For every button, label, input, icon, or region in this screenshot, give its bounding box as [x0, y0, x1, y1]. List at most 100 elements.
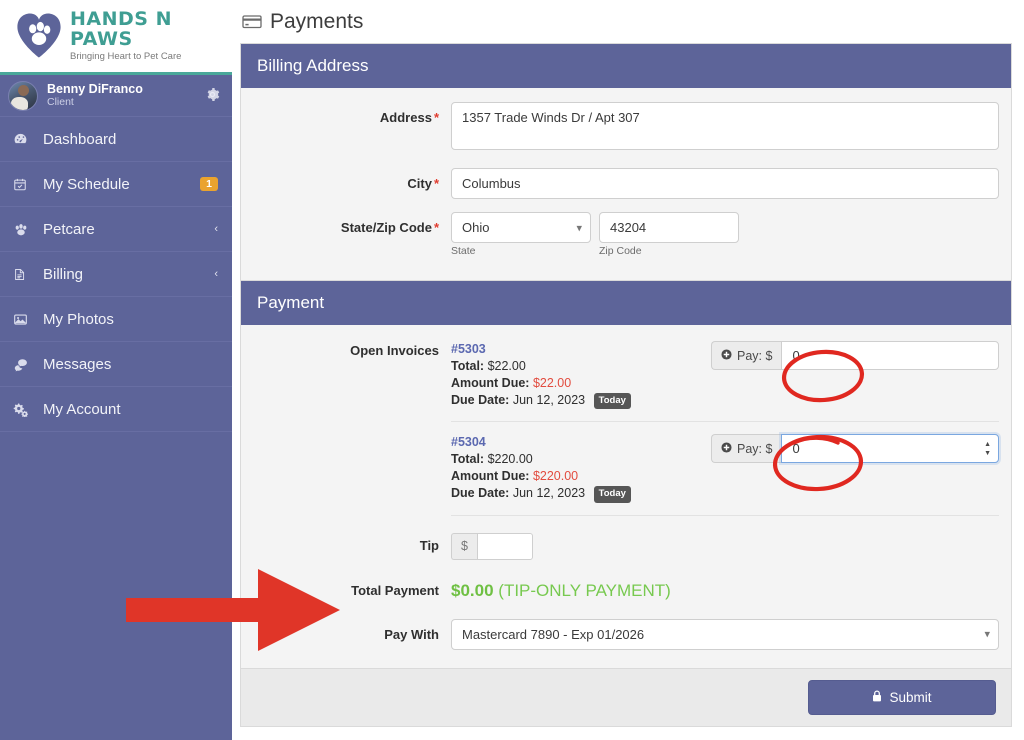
- invoice-date: Due Date: Jun 12, 2023 Today: [451, 392, 711, 410]
- invoice-pay-input[interactable]: [781, 434, 999, 464]
- invoice-date-label: Due Date:: [451, 486, 510, 501]
- tip-row: Tip $: [253, 532, 999, 560]
- city-label: City *: [253, 168, 451, 191]
- profile-name: Benny DiFranco: [47, 82, 143, 97]
- number-stepper-icon[interactable]: ▲ ▼: [984, 441, 991, 457]
- pay-with-label: Pay With: [384, 626, 439, 642]
- profile-role: Client: [47, 96, 74, 109]
- brand-tagline: Bringing Heart to Pet Care: [70, 51, 182, 63]
- invoice-pay-group: Pay: $ ▲▼: [711, 434, 999, 464]
- required-marker: *: [433, 220, 439, 235]
- chevron-left-icon: ‹: [214, 223, 218, 235]
- status-badge: Today: [593, 392, 631, 410]
- table-row: #5303 Total: $22.00 Amount Due: $22.00 D…: [451, 341, 999, 423]
- photo-icon: [13, 312, 35, 327]
- tip-label: Tip: [419, 537, 439, 553]
- plus-circle-icon: [721, 442, 732, 456]
- sidebar-item-petcare[interactable]: Petcare ‹: [0, 207, 232, 252]
- paw-icon: [13, 222, 35, 237]
- lock-icon: [872, 690, 882, 705]
- billing-address-card: Billing Address Address * 1357 Trade Wind…: [240, 43, 1012, 281]
- sidebar-item-label: Petcare: [43, 220, 95, 238]
- schedule-badge: 1: [200, 176, 218, 192]
- invoice-due: Amount Due: $220.00: [451, 468, 711, 485]
- address-label: Address *: [253, 102, 451, 125]
- zip-input[interactable]: [599, 212, 739, 243]
- gear-icon[interactable]: [205, 87, 220, 105]
- invoice-total-label: Total:: [451, 358, 485, 373]
- payment-card: Payment Open Invoices #5303 Total: $22.0…: [240, 281, 1012, 727]
- table-row: #5304 Total: $220.00 Amount Due: $220.00: [451, 434, 999, 516]
- invoice-date: Due Date: Jun 12, 2023 Today: [451, 485, 711, 503]
- chevron-left-icon: ‹: [214, 268, 218, 280]
- page-header: Payments: [232, 0, 1024, 43]
- heart-paw-logo-icon: [12, 9, 66, 63]
- invoice-pay-group: Pay: $: [711, 341, 999, 370]
- invoice-details: #5304 Total: $220.00 Amount Due: $220.00: [451, 434, 711, 503]
- billing-address-body: Address * 1357 Trade Winds Dr / Apt 307 C…: [241, 88, 1011, 280]
- address-input[interactable]: 1357 Trade Winds Dr / Apt 307: [451, 102, 999, 150]
- brand-name: HANDS N PAWS: [70, 7, 172, 50]
- sidebar-item-label: Dashboard: [43, 130, 117, 148]
- payment-body: Open Invoices #5303 Total: $22.00 Amount…: [241, 325, 1011, 668]
- submit-button[interactable]: Submit: [808, 679, 996, 715]
- sidebar-item-messages[interactable]: Messages: [0, 342, 232, 387]
- payment-header: Payment: [241, 281, 1011, 325]
- pay-addon[interactable]: Pay: $: [711, 341, 782, 370]
- pay-addon[interactable]: Pay: $: [711, 434, 782, 464]
- dashboard-icon: [13, 132, 35, 147]
- plus-circle-icon: [721, 348, 732, 363]
- tip-currency-prefix: $: [451, 532, 477, 560]
- sidebar-item-label: Billing: [43, 265, 84, 283]
- state-hint: State: [451, 245, 476, 257]
- required-marker: *: [433, 176, 439, 191]
- content-area: Billing Address Address * 1357 Trade Wind…: [232, 43, 1024, 727]
- page-title: Payments: [270, 9, 364, 33]
- total-amount: $0.00: [451, 580, 494, 600]
- invoice-total-value: $220.00: [487, 452, 533, 467]
- invoice-pay-input[interactable]: [781, 341, 999, 370]
- pay-with-row: Pay With Mastercard 7890 - Exp 01/2026 ▾: [253, 618, 999, 650]
- sidebar: HANDS N PAWS Bringing Heart to Pet Care …: [0, 0, 232, 740]
- sidebar-item-label: My Schedule: [43, 175, 130, 193]
- status-badge: Today: [593, 486, 631, 503]
- avatar: [8, 80, 38, 111]
- invoice-date-value: Jun 12, 2023: [512, 392, 586, 407]
- invoice-total: Total: $220.00: [451, 451, 711, 468]
- invoice-number-link[interactable]: #5304: [451, 434, 711, 451]
- address-row: Address * 1357 Trade Winds Dr / Apt 307: [253, 102, 999, 155]
- invoice-date-label: Due Date:: [451, 392, 510, 407]
- invoice-due-value: $22.00: [532, 375, 572, 390]
- required-marker: *: [433, 110, 439, 125]
- total-payment-value: $0.00 (TIP-ONLY PAYMENT): [451, 578, 999, 601]
- sidebar-item-my-account[interactable]: My Account: [0, 387, 232, 432]
- document-icon: [13, 267, 35, 282]
- state-zip-label: State/Zip Code *: [253, 212, 451, 235]
- billing-address-header: Billing Address: [241, 44, 1011, 88]
- pay-with-select[interactable]: Mastercard 7890 - Exp 01/2026: [451, 618, 999, 650]
- state-select[interactable]: Ohio: [451, 212, 591, 243]
- state-zip-row: State/Zip Code * Ohio ▾ State 43204 Zip …: [253, 212, 999, 257]
- submit-button-label: Submit: [889, 689, 932, 705]
- invoice-details: #5303 Total: $22.00 Amount Due: $22.00 D…: [451, 341, 711, 410]
- invoice-date-value: Jun 12, 2023: [512, 486, 586, 501]
- sidebar-nav: Dashboard My Schedule 1 Petcare ‹ Billin…: [0, 117, 232, 432]
- invoice-due-label: Amount Due:: [451, 375, 530, 390]
- total-payment-row: Total Payment $0.00 (TIP-ONLY PAYMENT): [253, 578, 999, 601]
- payments-page: HANDS N PAWS Bringing Heart to Pet Care …: [0, 0, 1024, 740]
- invoice-number-link[interactable]: #5303: [451, 341, 711, 358]
- city-input[interactable]: [451, 168, 999, 199]
- invoice-total-label: Total:: [451, 452, 485, 467]
- address-label-text: Address: [379, 110, 432, 125]
- user-profile[interactable]: Benny DiFranco Client: [0, 75, 232, 117]
- cogs-icon: [13, 402, 35, 417]
- sidebar-item-my-schedule[interactable]: My Schedule 1: [0, 162, 232, 207]
- brand-logo[interactable]: HANDS N PAWS Bringing Heart to Pet Care: [0, 0, 232, 75]
- sidebar-item-billing[interactable]: Billing ‹: [0, 252, 232, 297]
- tip-input[interactable]: [476, 532, 533, 560]
- zip-hint: Zip Code: [599, 245, 642, 257]
- invoice-total-value: $22.00: [487, 358, 526, 373]
- main-content: Payments Billing Address Address * 1357 T…: [232, 0, 1024, 740]
- sidebar-item-dashboard[interactable]: Dashboard: [0, 117, 232, 162]
- sidebar-item-my-photos[interactable]: My Photos: [0, 297, 232, 342]
